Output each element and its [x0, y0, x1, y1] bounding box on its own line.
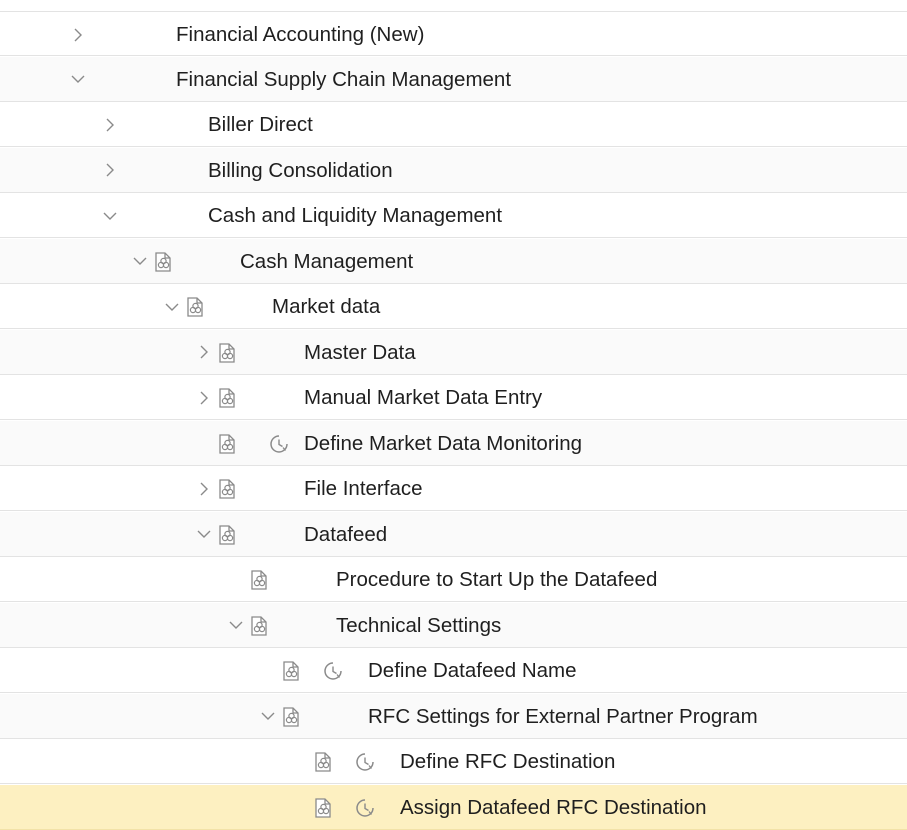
- documentation-icon[interactable]: [216, 524, 238, 546]
- tree-node-label: Financial Supply Chain Management: [176, 67, 512, 91]
- tree-row[interactable]: Master Data: [0, 329, 907, 375]
- chevron-right-icon[interactable]: [98, 102, 122, 147]
- chevron-down-icon[interactable]: [98, 193, 122, 238]
- execute-activity-icon[interactable]: [322, 660, 344, 682]
- chevron-down-icon[interactable]: [256, 694, 280, 739]
- tree-node-label: Technical Settings: [336, 613, 502, 637]
- documentation-icon[interactable]: [216, 342, 238, 364]
- tree-row[interactable]: Financial Supply Chain Management: [0, 56, 907, 102]
- tree-node-label: Market data: [272, 295, 381, 318]
- tree-node-label: Manual Market Data Entry: [304, 386, 543, 409]
- tree-row[interactable]: Datafeed: [0, 511, 907, 557]
- chevron-down-icon[interactable]: [160, 284, 184, 329]
- execute-activity-icon[interactable]: [354, 797, 376, 819]
- documentation-icon[interactable]: [280, 660, 302, 682]
- tree-node-label: Define Datafeed Name: [368, 659, 577, 682]
- tree-node-label: Financial Accounting (New): [176, 23, 425, 46]
- chevron-right-icon[interactable]: [66, 12, 90, 57]
- tree-row[interactable]: RFC Settings for External Partner Progra…: [0, 693, 907, 739]
- documentation-icon[interactable]: [184, 296, 206, 318]
- tree-node-label: Define Market Data Monitoring: [304, 431, 583, 455]
- tree-node-label: Datafeed: [304, 522, 388, 546]
- documentation-icon[interactable]: [312, 797, 334, 819]
- documentation-icon[interactable]: [216, 478, 238, 500]
- tree-row[interactable]: Define Market Data Monitoring: [0, 420, 907, 466]
- tree-row[interactable]: Define RFC Destination: [0, 739, 907, 784]
- tree-row[interactable]: Market data: [0, 284, 907, 329]
- chevron-down-icon[interactable]: [66, 57, 90, 102]
- tree-row[interactable]: Define Datafeed Name: [0, 648, 907, 693]
- documentation-icon[interactable]: [312, 751, 334, 773]
- chevron-down-icon[interactable]: [128, 239, 152, 284]
- documentation-icon[interactable]: [216, 387, 238, 409]
- tree-node-label: Assign Datafeed RFC Destination: [400, 795, 707, 819]
- tree-node-label: Master Data: [304, 340, 416, 364]
- execute-activity-icon[interactable]: [354, 751, 376, 773]
- tree-node-label: Cash and Liquidity Management: [208, 204, 503, 227]
- chevron-down-icon[interactable]: [224, 603, 248, 648]
- tree-row[interactable]: Biller Direct: [0, 102, 907, 147]
- tree-row[interactable]: Technical Settings: [0, 602, 907, 648]
- chevron-right-icon[interactable]: [192, 466, 216, 511]
- documentation-icon[interactable]: [152, 251, 174, 273]
- tree-node-label: Billing Consolidation: [208, 158, 393, 182]
- chevron-right-icon[interactable]: [98, 148, 122, 193]
- tree-node-label: Procedure to Start Up the Datafeed: [336, 568, 658, 591]
- tree-row[interactable]: Billing Consolidation: [0, 147, 907, 193]
- tree-node-label: Biller Direct: [208, 113, 313, 136]
- tree-row[interactable]: Financial Accounting (New): [0, 11, 907, 56]
- img-tree: Financial Accounting (New) Financial Supp…: [0, 0, 907, 830]
- tree-node-label: Define RFC Destination: [400, 750, 616, 773]
- tree-row[interactable]: File Interface: [0, 466, 907, 511]
- documentation-icon[interactable]: [248, 569, 270, 591]
- chevron-right-icon[interactable]: [192, 330, 216, 375]
- execute-activity-icon[interactable]: [268, 433, 290, 455]
- documentation-icon[interactable]: [280, 706, 302, 728]
- documentation-icon[interactable]: [216, 433, 238, 455]
- chevron-down-icon[interactable]: [192, 512, 216, 557]
- tree-row-selected[interactable]: Assign Datafeed RFC Destination: [0, 784, 907, 830]
- tree-row[interactable]: Manual Market Data Entry: [0, 375, 907, 420]
- tree-node-label: Cash Management: [240, 249, 414, 273]
- tree-row[interactable]: Cash Management: [0, 238, 907, 284]
- tree-node-label: File Interface: [304, 477, 423, 500]
- documentation-icon[interactable]: [248, 615, 270, 637]
- chevron-right-icon[interactable]: [192, 375, 216, 420]
- tree-node-label: RFC Settings for External Partner Progra…: [368, 704, 758, 728]
- tree-row[interactable]: Procedure to Start Up the Datafeed: [0, 557, 907, 602]
- tree-row[interactable]: Cash and Liquidity Management: [0, 193, 907, 238]
